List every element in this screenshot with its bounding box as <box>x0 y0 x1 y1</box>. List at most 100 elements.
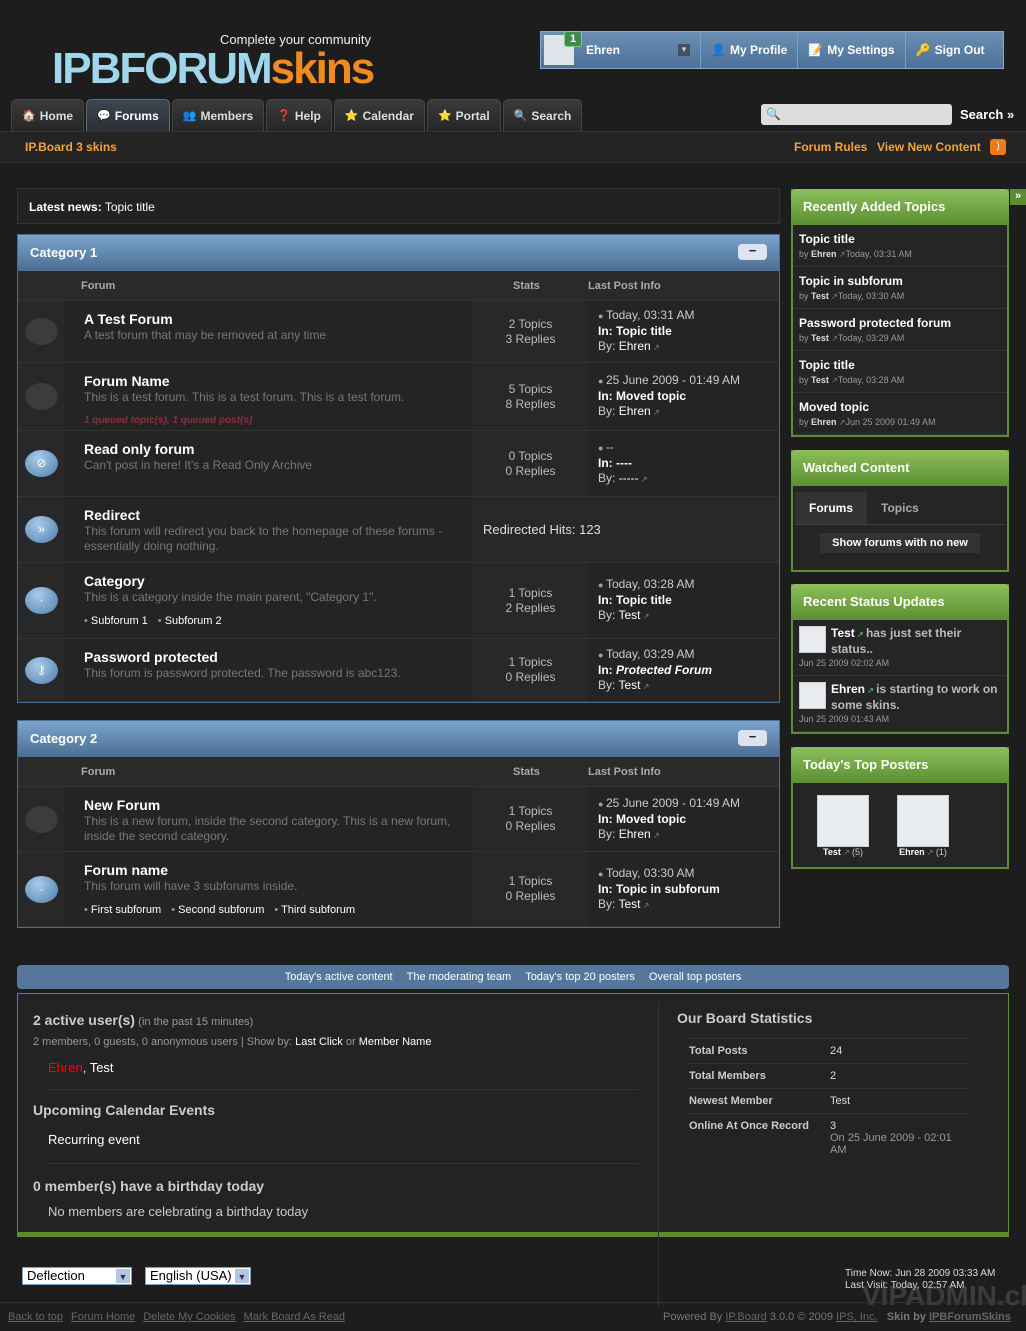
avatar[interactable] <box>799 682 826 709</box>
tab-members[interactable]: 👥 Members <box>171 99 265 131</box>
subforum-link[interactable]: First subforum <box>91 904 161 916</box>
external-link-icon[interactable]: ↗ <box>640 901 650 910</box>
last-topic-link[interactable]: Moved topic <box>616 812 686 826</box>
forum-name-link[interactable]: Password protected <box>84 649 218 665</box>
active-user-link[interactable]: Test <box>90 1060 114 1075</box>
sign-out-button[interactable]: 🔑 Sign Out <box>904 32 995 68</box>
stats-link[interactable]: Overall top posters <box>649 971 741 983</box>
subforum-link[interactable]: Third subforum <box>281 904 355 916</box>
author-link[interactable]: Ehren <box>811 417 837 427</box>
subforum-link[interactable]: Second subforum <box>178 904 264 916</box>
board-name-link[interactable]: IP.Board 3 skins <box>25 140 117 154</box>
external-link-icon[interactable]: ↗ <box>651 343 660 352</box>
tab-topics[interactable]: Topics <box>867 492 933 524</box>
last-topic-link[interactable]: Protected Forum <box>616 663 712 677</box>
external-link-icon[interactable]: ↗ <box>829 334 838 343</box>
author-link[interactable]: Test <box>811 333 829 343</box>
forum-name-link[interactable]: Redirect <box>84 507 140 523</box>
author-link[interactable]: Ehren <box>619 404 651 418</box>
news-link[interactable]: Topic title <box>105 200 155 214</box>
external-link-icon[interactable]: ↗ <box>865 686 876 695</box>
tab-forums[interactable]: 💬 Forums <box>86 99 170 131</box>
subforum-link[interactable]: Subforum 2 <box>165 615 222 627</box>
tab-calendar[interactable]: ⭐ Calendar <box>333 99 425 131</box>
chevron-down-icon[interactable]: ▼ <box>678 44 690 56</box>
footer-link[interactable]: Mark Board As Read <box>244 1311 346 1323</box>
last-topic-link[interactable]: Topic in subforum <box>616 882 720 896</box>
collapse-button[interactable]: − <box>738 244 767 260</box>
my-settings-button[interactable]: 📝 My Settings <box>797 32 904 68</box>
calendar-event-link[interactable]: Recurring event <box>48 1132 638 1164</box>
author-link[interactable]: Test <box>618 608 640 622</box>
topic-title-link[interactable]: Topic title <box>799 358 1001 372</box>
stats-link[interactable]: The moderating team <box>407 971 512 983</box>
external-link-icon[interactable]: ↗ <box>640 612 650 621</box>
avatar[interactable] <box>897 795 949 847</box>
external-link-icon[interactable]: ↗ <box>925 848 936 857</box>
sort-member-name-link[interactable]: Member Name <box>359 1036 432 1048</box>
skin-author-link[interactable]: IPBForumSkins <box>929 1311 1011 1323</box>
view-new-content-link[interactable]: View New Content <box>877 140 981 154</box>
show-forums-button[interactable]: Show forums with no new <box>820 533 980 553</box>
search-button[interactable]: Search » <box>960 107 1014 122</box>
author-link[interactable]: Test <box>811 375 829 385</box>
status-author-link[interactable]: Test <box>831 626 855 640</box>
external-link-icon[interactable]: ↗ <box>639 475 648 484</box>
external-link-icon[interactable]: ↗ <box>855 630 866 639</box>
stats-link[interactable]: Today's active content <box>285 971 393 983</box>
external-link-icon[interactable]: ↗ <box>841 848 852 857</box>
logo[interactable]: Complete your community IPBFORUMSKINS <box>52 30 392 93</box>
poster-name-link[interactable]: Ehren <box>899 847 925 857</box>
category-title[interactable]: Category 1 <box>30 245 97 260</box>
sort-last-click-link[interactable]: Last Click <box>295 1036 343 1048</box>
avatar[interactable]: 1 <box>544 31 583 65</box>
avatar[interactable] <box>799 626 826 653</box>
author-link[interactable]: Ehren <box>619 339 651 353</box>
tab-home[interactable]: 🏠 Home <box>11 99 85 131</box>
external-link-icon[interactable]: ↗ <box>651 831 660 840</box>
author-link[interactable]: Test <box>811 291 829 301</box>
ipboard-link[interactable]: IP.Board <box>725 1311 766 1323</box>
notification-badge[interactable]: 1 <box>564 31 583 47</box>
queued-notice[interactable]: 1 queued topic(s), 1 queued post(s) <box>84 415 465 426</box>
ips-link[interactable]: IPS, Inc. <box>836 1311 878 1323</box>
footer-link[interactable]: Forum Home <box>71 1311 135 1323</box>
author-link[interactable]: Test <box>618 678 640 692</box>
tab-portal[interactable]: ⭐ Portal <box>426 99 501 131</box>
category-title[interactable]: Category 2 <box>30 731 97 746</box>
language-select[interactable]: English (USA) ▼ <box>145 1267 251 1285</box>
username[interactable]: Ehren <box>586 43 678 57</box>
forum-rules-link[interactable]: Forum Rules <box>794 140 867 154</box>
status-author-link[interactable]: Ehren <box>831 682 865 696</box>
subforum-link[interactable]: Subforum 1 <box>91 615 148 627</box>
forum-name-link[interactable]: Read only forum <box>84 441 194 457</box>
external-link-icon[interactable]: ↗ <box>651 408 660 417</box>
external-link-icon[interactable]: ↗ <box>640 682 650 691</box>
my-profile-button[interactable]: 👤 My Profile <box>700 32 797 68</box>
forum-name-link[interactable]: New Forum <box>84 797 160 813</box>
last-topic-link[interactable]: Topic title <box>616 324 672 338</box>
external-link-icon[interactable]: ↗ <box>829 292 838 301</box>
last-topic-link[interactable]: ---- <box>616 456 632 470</box>
author-link[interactable]: Ehren <box>811 249 837 259</box>
author-link[interactable]: ----- <box>619 471 639 485</box>
author-link[interactable]: Test <box>618 897 640 911</box>
tab-help[interactable]: ❓ Help <box>266 99 332 131</box>
tab-forums[interactable]: Forums <box>795 492 868 524</box>
author-link[interactable]: Ehren <box>619 827 651 841</box>
forum-name-link[interactable]: A Test Forum <box>84 311 173 327</box>
search-input[interactable]: 🔍 <box>761 104 952 125</box>
skin-select[interactable]: Deflection ▼ <box>22 1267 132 1285</box>
forum-name-link[interactable]: Forum Name <box>84 373 170 389</box>
rss-icon[interactable]: ) <box>990 139 1006 155</box>
avatar[interactable] <box>817 795 869 847</box>
sidebar-toggle-icon[interactable]: » <box>1010 189 1026 205</box>
tab-search[interactable]: 🔍 Search <box>502 99 583 131</box>
last-topic-link[interactable]: Moved topic <box>616 389 686 403</box>
topic-title-link[interactable]: Topic in subforum <box>799 274 1001 288</box>
footer-link[interactable]: Delete My Cookies <box>143 1311 235 1323</box>
external-link-icon[interactable]: ↗ <box>829 376 838 385</box>
active-user-link[interactable]: Ehren <box>48 1060 83 1075</box>
forum-name-link[interactable]: Forum name <box>84 862 168 878</box>
topic-title-link[interactable]: Topic title <box>799 232 1001 246</box>
